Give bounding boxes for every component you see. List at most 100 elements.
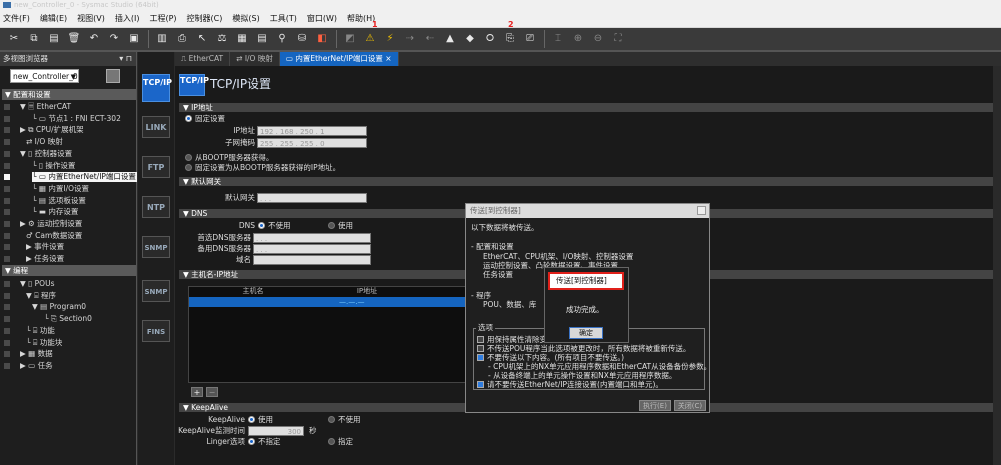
menu-file[interactable]: 文件(F) [3, 13, 30, 24]
menu-project[interactable]: 工程(P) [149, 13, 176, 24]
build-icon[interactable]: ◧ [314, 31, 330, 47]
transfer-to-controller-icon[interactable]: ⇢ [402, 31, 418, 47]
tab-ethercat[interactable]: ⎍ EtherCAT [175, 52, 231, 66]
tree-item[interactable]: ▶ ⚙ 运动控制设置 [20, 219, 82, 229]
tree-item[interactable]: ▼ ▤ Program0 [32, 302, 86, 312]
tree-item[interactable]: └ ▭ 节点1 : FNI ECT-302 [32, 114, 121, 124]
keepalive-use-option[interactable]: 使用 [248, 415, 273, 425]
tree-item[interactable]: ▼ ⌸ 程序 [26, 291, 56, 301]
ip-section-header[interactable]: ▼ IP地址 [179, 103, 997, 112]
cross-ref-icon[interactable]: ↖ [194, 31, 210, 47]
ip-address-input[interactable]: 192 . 168 . 250 . 1 [257, 126, 367, 136]
menu-insert[interactable]: 插入(I) [115, 13, 140, 24]
menu-simulation[interactable]: 模拟(S) [232, 13, 259, 24]
zoom-icon[interactable]: ▦ [234, 31, 250, 47]
delete-icon[interactable]: 🗑 [66, 31, 82, 47]
zoom-out-icon[interactable]: ⊖ [590, 31, 606, 47]
keepalive-timer-input[interactable]: 300 [248, 426, 304, 436]
menu-view[interactable]: 视图(V) [77, 13, 105, 24]
linger-on-option[interactable]: 指定 [328, 437, 353, 447]
bootp-fixed-option[interactable]: 固定设置为从BOOTP服务器获得的IP地址。 [185, 163, 340, 173]
menu-window[interactable]: 窗口(W) [307, 13, 337, 24]
grid-icon[interactable]: ⎚ [522, 31, 538, 47]
dns-on-option[interactable]: 使用 [328, 221, 353, 231]
tree-item[interactable]: └ ▤ 选项板设置 [32, 196, 86, 206]
find-icon[interactable]: ▣ [126, 31, 142, 47]
dns-off-option[interactable]: 不使用 [258, 221, 291, 231]
tree-item[interactable]: └ ▦ 内置I/O设置 [32, 184, 89, 194]
option-no-pou[interactable]: 不传送POU程序当此选项被更改时，所有数据将被重新传送。 [477, 344, 690, 353]
tree-item[interactable]: ▶ 任务设置 [26, 254, 64, 264]
tab-ftp[interactable]: FTP [142, 156, 170, 178]
dialog-close-icon[interactable] [697, 206, 706, 215]
sync-icon[interactable]: ⚡ [382, 31, 398, 47]
programming-section-header[interactable]: ▼ 编程 [2, 265, 136, 276]
tab-io-map[interactable]: ⇄ I/O 映射 [230, 52, 280, 66]
tree-item[interactable]: ▼ 🗏 EtherCAT [20, 102, 71, 112]
tree-item[interactable]: └ ▭ 内置EtherNet/IP端口设置 [32, 172, 137, 183]
tab-tcpip[interactable]: TCP/IP [142, 74, 172, 102]
copy-icon[interactable]: ⧉ [26, 31, 42, 47]
compare-icon[interactable]: ⚖ [214, 31, 230, 47]
tree-item[interactable]: └ ⎘ Section0 [44, 314, 92, 324]
close-icon[interactable]: × [385, 54, 391, 63]
undo-icon[interactable]: ↶ [86, 31, 102, 47]
keepalive-nouse-option[interactable]: 不使用 [328, 415, 361, 425]
run-icon[interactable]: ▲ [442, 31, 458, 47]
offline-icon[interactable]: ⚠ 1 [362, 21, 378, 47]
gateway-input[interactable]: . . . [257, 193, 367, 203]
tab-snmp[interactable]: SNMP [142, 236, 170, 258]
controller-status-icon[interactable] [106, 69, 120, 83]
tab-ntp[interactable]: NTP [142, 196, 170, 218]
editor-scrollbar[interactable] [993, 66, 1001, 465]
online-icon[interactable]: ◩ [342, 31, 358, 47]
tree-item[interactable]: └ ⌸ 功能 [26, 326, 55, 336]
option-no-eip[interactable]: 请不要传送EtherNet/IP连接设置(内置端口和单元)。 [477, 380, 663, 389]
tree-item[interactable]: ♂ Cam数据设置 [26, 231, 82, 241]
subnet-mask-input[interactable]: 255 . 255 . 255 . 0 [257, 138, 367, 148]
stop-icon[interactable]: ◆ [462, 31, 478, 47]
tab-fins[interactable]: FINS [142, 320, 170, 342]
print-icon[interactable]: ⎙ [174, 31, 190, 47]
primary-dns-input[interactable]: . . . [253, 233, 371, 243]
menu-controller[interactable]: 控制器(C) [187, 13, 223, 24]
tree-item[interactable]: ▶ 事件设置 [26, 242, 64, 252]
search-replace-icon[interactable]: ⚲ [274, 31, 290, 47]
tree-item[interactable]: ▼ ▯ POUs [20, 279, 55, 289]
menu-edit[interactable]: 编辑(E) [40, 13, 67, 24]
add-host-button[interactable]: + [191, 387, 203, 397]
tab-snmp-trap[interactable]: SNMP [142, 280, 170, 302]
tree-item[interactable]: └ ⌸ 功能块 [26, 338, 62, 348]
config-section-header[interactable]: ▼ 配置和设置 [2, 89, 136, 100]
tree-item[interactable]: ▶ ▦ 数据 [20, 349, 53, 359]
monitor-icon[interactable]: ▥ [154, 31, 170, 47]
fit-icon[interactable]: ⛶ [610, 31, 626, 47]
watch-icon[interactable]: ⛁ [294, 31, 310, 47]
tab-link[interactable]: LINK [142, 116, 170, 138]
tab-ethernet-ip-settings[interactable]: ▭ 内置EtherNet/IP端口设置 × [279, 52, 399, 66]
close-button[interactable]: 关闭(C) [674, 400, 706, 411]
execute-button[interactable]: 执行(E) [639, 400, 671, 411]
tree-item[interactable]: └ ▯ 操作设置 [32, 161, 75, 171]
ok-button[interactable]: 确定 [569, 327, 603, 339]
simulate-icon[interactable]: ⎘ 2 [502, 21, 518, 47]
transfer-from-controller-icon[interactable]: ⇠ [422, 31, 438, 47]
cut-icon[interactable]: ✂ [6, 31, 22, 47]
reset-icon[interactable]: ⭘ [482, 31, 498, 47]
fixed-setting-option[interactable]: 固定设置 [185, 114, 225, 124]
menu-tools[interactable]: 工具(T) [270, 13, 297, 24]
tree-item[interactable]: ▶ ▭ 任务 [20, 361, 53, 371]
gateway-section-header[interactable]: ▼ 默认网关 [179, 177, 997, 186]
secondary-dns-input[interactable]: . . . [253, 244, 371, 254]
tree-item[interactable]: ▼ ▯ 控制器设置 [20, 149, 72, 159]
option-no-transfer[interactable]: 不要传送以下内容。(所有项目不要传送。) [477, 353, 624, 362]
align-icon[interactable]: ⌶ [550, 31, 566, 47]
domain-input[interactable] [253, 255, 371, 265]
redo-icon[interactable]: ↷ [106, 31, 122, 47]
table-icon[interactable]: ▤ [254, 31, 270, 47]
linger-off-option[interactable]: 不指定 [248, 437, 281, 447]
paste-icon[interactable]: ▤ [46, 31, 62, 47]
zoom-in-icon[interactable]: ⊕ [570, 31, 586, 47]
tree-item[interactable]: └ ▬ 内存设置 [32, 207, 78, 217]
controller-select[interactable]: new_Controller_0 ▼ [10, 69, 79, 83]
